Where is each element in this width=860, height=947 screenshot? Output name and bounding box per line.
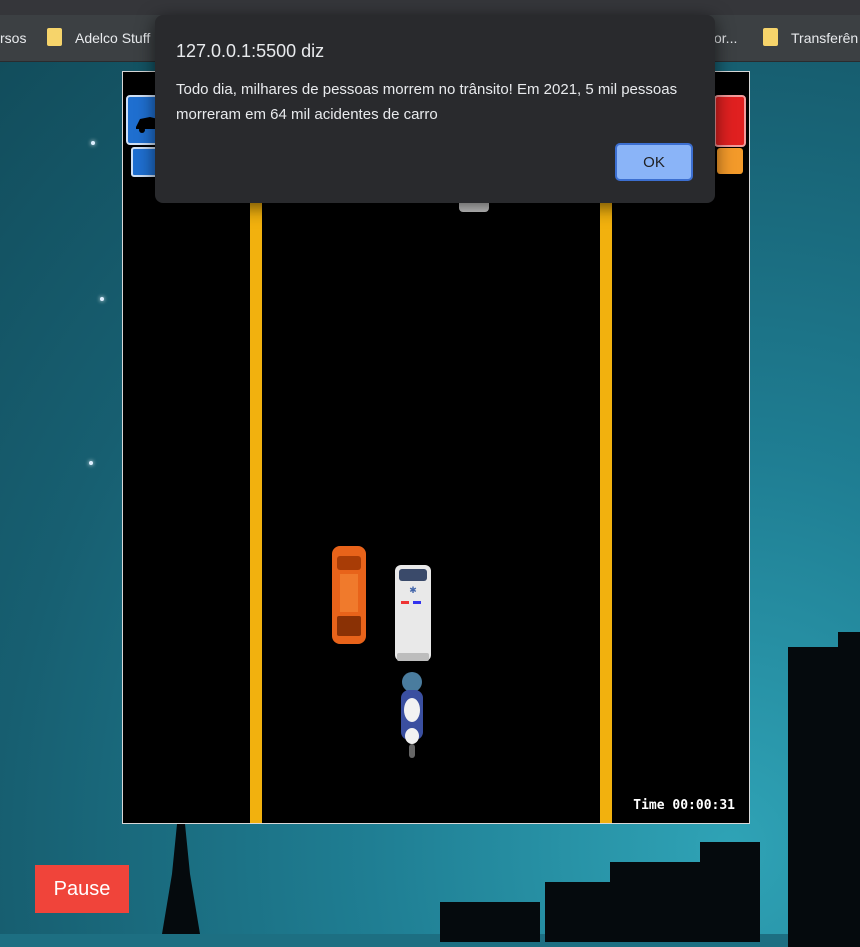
bookmark-item[interactable]: rsos bbox=[0, 30, 26, 46]
bookmark-item[interactable]: or... bbox=[714, 30, 737, 46]
ok-button[interactable]: OK bbox=[615, 143, 693, 181]
star-decoration bbox=[100, 297, 104, 301]
building-silhouette bbox=[545, 882, 615, 942]
building-silhouette bbox=[838, 632, 860, 662]
pause-button[interactable]: Pause bbox=[35, 865, 129, 913]
game-timer: Time 00:00:31 bbox=[633, 798, 735, 813]
building-silhouette bbox=[700, 842, 760, 942]
danger-indicator bbox=[714, 95, 746, 147]
alert-dialog: 127.0.0.1:5500 diz Todo dia, milhares de… bbox=[155, 15, 715, 203]
tower-silhouette bbox=[162, 814, 200, 934]
ambulance: ✱ bbox=[395, 565, 431, 661]
star-decoration bbox=[91, 141, 95, 145]
folder-icon bbox=[47, 28, 62, 46]
orange-car bbox=[332, 546, 366, 644]
browser-titlebar bbox=[0, 0, 860, 15]
svg-text:✱: ✱ bbox=[409, 585, 417, 595]
motorcycle bbox=[401, 672, 423, 758]
warning-indicator bbox=[717, 148, 743, 174]
building-silhouette bbox=[610, 862, 700, 942]
bookmark-item[interactable]: Adelco Stuff bbox=[75, 30, 150, 46]
star-decoration bbox=[89, 461, 93, 465]
folder-icon bbox=[763, 28, 778, 46]
bookmark-item[interactable]: Transferên bbox=[791, 30, 858, 46]
building-silhouette bbox=[440, 902, 540, 942]
dialog-message: Todo dia, milhares de pessoas morrem no … bbox=[176, 81, 678, 123]
building-silhouette bbox=[788, 647, 860, 947]
dialog-title: 127.0.0.1:5500 diz bbox=[176, 41, 325, 61]
